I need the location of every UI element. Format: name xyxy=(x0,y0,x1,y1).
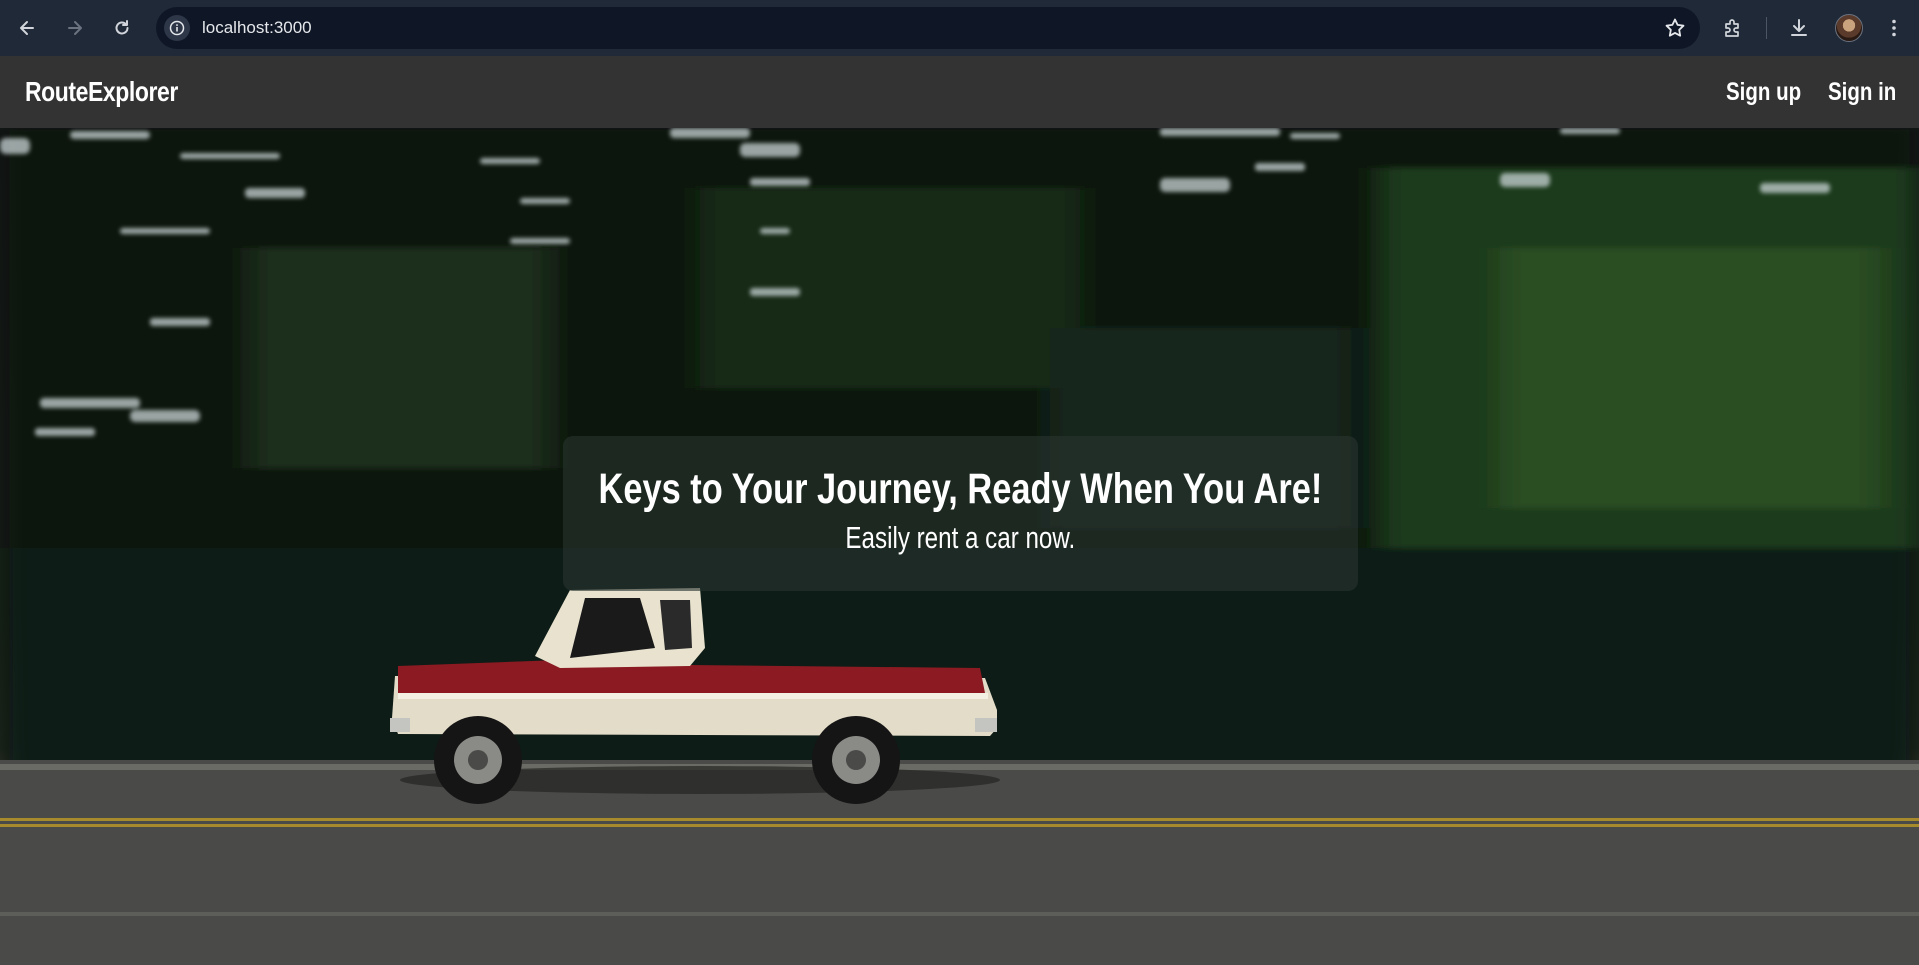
signup-link[interactable]: Sign up xyxy=(1726,78,1801,107)
url-text[interactable]: localhost:3000 xyxy=(202,18,312,38)
back-icon xyxy=(20,21,34,35)
browser-toolbar: localhost:3000 xyxy=(0,0,1919,56)
extensions-icon xyxy=(1725,19,1739,37)
app-navbar: RouteExplorer Sign up Sign in xyxy=(0,56,1919,128)
star-icon[interactable] xyxy=(1664,17,1686,39)
hero-card: Keys to Your Journey, Ready When You Are… xyxy=(563,436,1358,591)
address-bar[interactable]: localhost:3000 xyxy=(156,7,1700,49)
info-icon xyxy=(169,20,185,36)
hero-section: Keys to Your Journey, Ready When You Are… xyxy=(0,128,1919,965)
hero-subtitle: Easily rent a car now. xyxy=(845,520,1076,555)
downloads-button[interactable] xyxy=(1783,12,1815,44)
hero-title: Keys to Your Journey, Ready When You Are… xyxy=(598,465,1323,513)
brand-logo[interactable]: RouteExplorer xyxy=(25,76,178,108)
browser-menu-button[interactable] xyxy=(1878,12,1910,44)
signin-link[interactable]: Sign in xyxy=(1828,78,1896,107)
extensions-button[interactable] xyxy=(1717,12,1749,44)
site-info-button[interactable] xyxy=(164,15,190,41)
back-button[interactable] xyxy=(11,12,43,44)
forward-button[interactable] xyxy=(59,12,91,44)
download-icon xyxy=(1791,19,1807,36)
menu-icon xyxy=(1892,19,1896,37)
reload-button[interactable] xyxy=(106,12,138,44)
toolbar-divider xyxy=(1766,17,1767,39)
forward-icon xyxy=(68,21,82,35)
profile-avatar[interactable] xyxy=(1835,14,1863,42)
reload-icon xyxy=(115,20,129,35)
